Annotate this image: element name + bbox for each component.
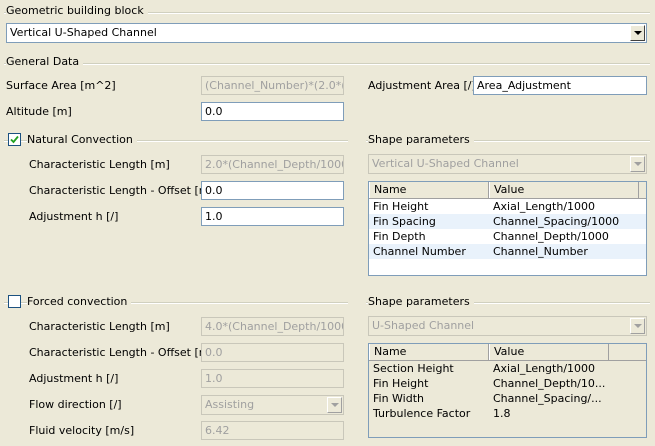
forced-adjustment-h-label: Adjustment h [/] (29, 372, 119, 385)
flow-direction-selected: Assisting (205, 398, 255, 411)
table-row[interactable]: Fin Width Channel_Spacing/... (369, 391, 646, 406)
shape-params-1-select[interactable]: Vertical U-Shaped Channel (368, 154, 647, 174)
column-header-name[interactable]: Name (369, 182, 489, 198)
natural-char-length-field[interactable]: 2.0*(Channel_Depth/1000 (201, 155, 344, 174)
building-block-title: Geometric building block (6, 4, 148, 17)
general-data-title: General Data (6, 55, 84, 68)
forced-char-offset-field[interactable]: 0.0 (201, 343, 344, 362)
forced-adjustment-h-field[interactable]: 1.0 (201, 369, 344, 388)
row-value: Channel_Depth/10... (493, 377, 606, 390)
table-row[interactable]: Section Height Axial_Length/1000 (369, 361, 646, 376)
chevron-down-icon[interactable] (630, 25, 645, 41)
shape-params-1-title: Shape parameters (368, 133, 474, 146)
chevron-down-icon[interactable] (327, 397, 342, 413)
table-row[interactable]: Fin Depth Channel_Depth/1000 (369, 229, 646, 244)
natural-char-offset-label: Characteristic Length - Offset [m] (29, 184, 214, 197)
altitude-label: Altitude [m] (6, 105, 72, 118)
shape-params-2-select[interactable]: U-Shaped Channel (368, 316, 647, 336)
flow-direction-select[interactable]: Assisting (201, 395, 344, 415)
row-value: Channel_Spacing/1000 (493, 215, 620, 228)
natural-convection-title: Natural Convection (27, 133, 137, 146)
building-block-select[interactable]: Vertical U-Shaped Channel (6, 23, 647, 43)
general-data-divider (4, 63, 650, 65)
row-name: Fin Height (373, 200, 429, 213)
shape-params-2-title: Shape parameters (368, 295, 474, 308)
table-header: Name Value (369, 344, 646, 361)
adjustment-area-label: Adjustment Area [/] (368, 79, 476, 92)
table-header: Name Value (369, 182, 646, 199)
table-row[interactable]: Fin Height Axial_Length/1000 (369, 199, 646, 214)
row-value: Channel_Depth/1000 (493, 230, 609, 243)
row-name: Section Height (373, 362, 454, 375)
natural-char-length-label: Characteristic Length [m] (29, 158, 170, 171)
natural-adjustment-h-label: Adjustment h [/] (29, 210, 119, 223)
shape-params-1-table[interactable]: Name Value Fin Height Axial_Length/1000 F… (368, 181, 647, 276)
row-name: Fin Width (373, 392, 425, 405)
row-value: Channel_Spacing/... (493, 392, 602, 405)
column-header-name[interactable]: Name (369, 344, 489, 360)
fluid-velocity-field[interactable]: 6.42 (201, 421, 344, 440)
row-value: Axial_Length/1000 (493, 362, 596, 375)
chevron-down-icon[interactable] (630, 156, 645, 172)
checkmark-icon (10, 135, 19, 144)
natural-convection-checkbox[interactable] (8, 133, 21, 146)
building-block-selected: Vertical U-Shaped Channel (10, 26, 157, 39)
row-name: Fin Spacing (373, 215, 436, 228)
forced-char-offset-label: Characteristic Length - Offset [m] (29, 346, 214, 359)
forced-char-length-label: Characteristic Length [m] (29, 320, 170, 333)
forced-convection-checkbox[interactable] (8, 295, 21, 308)
row-value: 1.8 (493, 407, 511, 420)
shape-params-2-table[interactable]: Name Value Section Height Axial_Length/10… (368, 343, 647, 438)
flow-direction-label: Flow direction [/] (29, 398, 122, 411)
row-name: Channel Number (373, 245, 466, 258)
altitude-field[interactable]: 0.0 (201, 102, 344, 121)
shape-params-2-selected: U-Shaped Channel (372, 319, 475, 332)
table-row[interactable]: Channel Number Channel_Number (369, 244, 646, 259)
chevron-down-icon[interactable] (630, 318, 645, 334)
row-name: Fin Height (373, 377, 429, 390)
table-row[interactable]: Turbulence Factor 1.8 (369, 406, 646, 421)
row-value: Channel_Number (493, 245, 588, 258)
column-header-value[interactable]: Value (489, 344, 609, 360)
surface-area-label: Surface Area [m^2] (6, 79, 116, 92)
column-header-value[interactable]: Value (489, 182, 639, 198)
forced-char-length-field[interactable]: 4.0*(Channel_Depth/1000 (201, 317, 344, 336)
natural-adjustment-h-field[interactable]: 1.0 (201, 207, 344, 226)
table-row[interactable]: Fin Height Channel_Depth/10... (369, 376, 646, 391)
natural-char-offset-field[interactable]: 0.0 (201, 181, 344, 200)
table-row[interactable]: Fin Spacing Channel_Spacing/1000 (369, 214, 646, 229)
row-name: Turbulence Factor (373, 407, 471, 420)
surface-area-field[interactable]: (Channel_Number)*(2.0*(C (201, 76, 344, 95)
row-name: Fin Depth (373, 230, 426, 243)
adjustment-area-field[interactable]: Area_Adjustment (473, 76, 647, 95)
row-value: Axial_Length/1000 (493, 200, 596, 213)
forced-convection-title: Forced convection (27, 295, 132, 308)
fluid-velocity-label: Fluid velocity [m/s] (29, 424, 135, 437)
shape-params-1-selected: Vertical U-Shaped Channel (372, 157, 519, 170)
